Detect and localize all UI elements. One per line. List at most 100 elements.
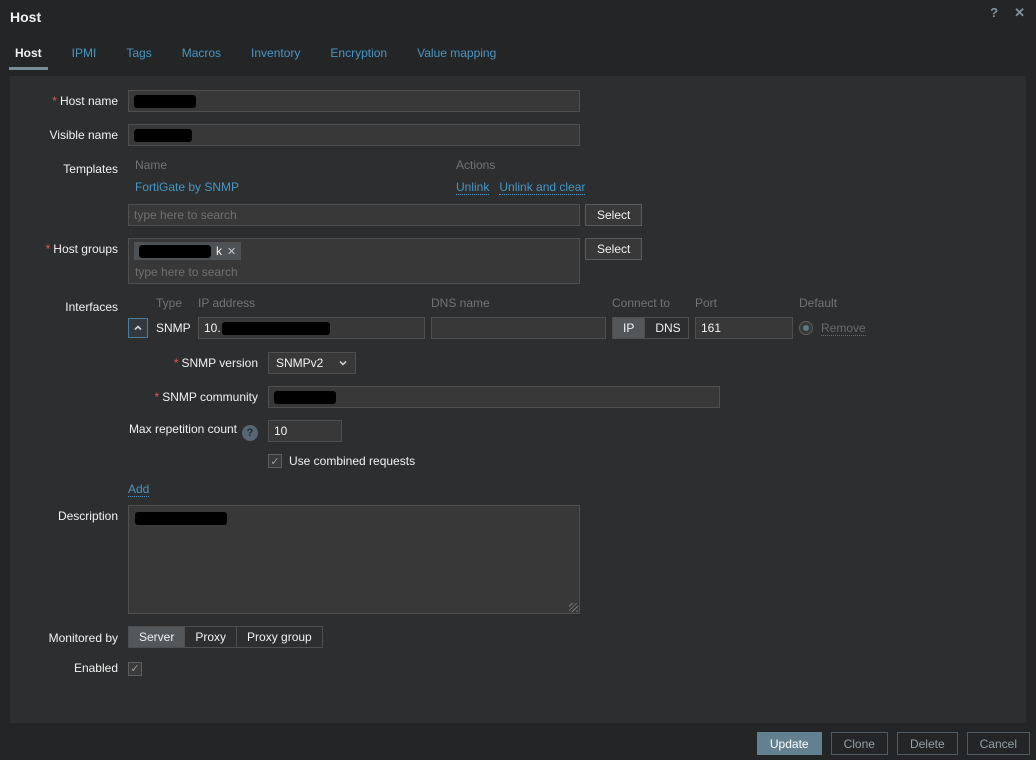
redacted-snmp-community-value: [274, 391, 336, 404]
interface-ip-input[interactable]: 10.: [198, 317, 425, 339]
tab-bar: Host IPMI Tags Macros Inventory Encrypti…: [0, 42, 1036, 70]
templates-row: Templates Name Actions FortiGate by SNMP…: [10, 158, 1026, 226]
enabled-checkbox[interactable]: ✓: [128, 662, 142, 676]
dialog-footer: Update Clone Delete Cancel: [757, 732, 1030, 755]
max-repetition-input[interactable]: [268, 420, 342, 442]
templates-actions-column-header: Actions: [456, 158, 495, 172]
snmp-community-row: *SNMP community: [128, 386, 889, 408]
add-interface-link[interactable]: Add: [128, 482, 149, 497]
host-name-label: *Host name: [10, 90, 118, 112]
monitored-by-proxy-group-option[interactable]: Proxy group: [236, 627, 322, 647]
clone-button[interactable]: Clone: [831, 732, 888, 755]
snmp-version-select[interactable]: SNMPv2: [268, 352, 356, 374]
required-asterisk: *: [46, 242, 51, 256]
required-asterisk: *: [155, 390, 160, 404]
required-asterisk: *: [174, 356, 179, 370]
templates-name-column-header: Name: [135, 158, 456, 172]
textarea-resize-handle[interactable]: [569, 603, 578, 612]
chip-remove-icon[interactable]: ✕: [227, 245, 236, 258]
tab-tags[interactable]: Tags: [120, 42, 157, 70]
host-groups-label: *Host groups: [10, 238, 118, 284]
connect-to-dns-option[interactable]: DNS: [644, 318, 690, 338]
redacted-description-value: [135, 512, 227, 525]
dialog-header: Host: [0, 0, 1036, 25]
dialog-header-icons: ? ✕: [987, 3, 1028, 23]
monitored-by-row: Monitored by Server Proxy Proxy group: [10, 626, 1026, 648]
snmp-version-value: SNMPv2: [276, 356, 323, 370]
redacted-visible-name-value: [134, 129, 192, 142]
cancel-button[interactable]: Cancel: [967, 732, 1030, 755]
chevron-up-icon: [133, 323, 143, 333]
interface-row: SNMP 10. IP DNS Remove: [128, 317, 889, 339]
interfaces-dns-header: DNS name: [431, 296, 606, 310]
host-groups-row: *Host groups k ✕ type here to search Sel…: [10, 238, 1026, 284]
monitored-by-toggle: Server Proxy Proxy group: [128, 626, 323, 648]
interfaces-ip-header: IP address: [198, 296, 425, 310]
unlink-and-clear-button[interactable]: Unlink and clear: [499, 180, 585, 195]
interface-collapse-toggle[interactable]: [128, 318, 148, 338]
chevron-down-icon: [338, 358, 348, 368]
tab-encryption[interactable]: Encryption: [324, 42, 393, 70]
visible-name-input[interactable]: [128, 124, 580, 146]
redacted-host-name-value: [134, 95, 196, 108]
interfaces-type-header: Type: [156, 296, 192, 310]
snmp-community-input[interactable]: [268, 386, 720, 408]
description-row: Description: [10, 505, 1026, 614]
update-button[interactable]: Update: [757, 732, 822, 755]
linked-template-row: FortiGate by SNMP Unlink Unlink and clea…: [128, 180, 642, 195]
interface-type-value: SNMP: [156, 321, 192, 335]
interfaces-label: Interfaces: [10, 296, 118, 496]
hint-icon[interactable]: ?: [242, 425, 258, 441]
check-icon: ✓: [130, 662, 139, 675]
interface-remove-button: Remove: [821, 321, 866, 336]
host-group-chip: k ✕: [134, 242, 241, 260]
host-form-panel: *Host name Visible name Templates Name A…: [10, 76, 1026, 723]
template-select-button[interactable]: Select: [585, 204, 642, 226]
snmp-interface-details: *SNMP version SNMPv2 *SNMP community: [128, 352, 889, 468]
tab-macros[interactable]: Macros: [176, 42, 227, 70]
template-link[interactable]: FortiGate by SNMP: [135, 180, 239, 194]
combined-requests-row: ✓ Use combined requests: [128, 454, 889, 468]
description-label: Description: [10, 505, 118, 614]
host-groups-search-placeholder[interactable]: type here to search: [134, 265, 574, 279]
tab-inventory[interactable]: Inventory: [245, 42, 306, 70]
use-combined-requests-label: Use combined requests: [289, 454, 415, 468]
default-interface-radio[interactable]: [799, 321, 813, 335]
templates-label: Templates: [10, 158, 118, 226]
interface-port-input[interactable]: [695, 317, 793, 339]
monitored-by-label: Monitored by: [10, 626, 118, 648]
templates-table-header: Name Actions: [128, 158, 642, 172]
description-textarea[interactable]: [128, 505, 580, 614]
interfaces-row: Interfaces Type IP address DNS name Conn…: [10, 296, 1026, 496]
host-name-input[interactable]: [128, 90, 580, 112]
host-name-row: *Host name: [10, 90, 1026, 112]
template-search-input[interactable]: [128, 204, 580, 226]
interfaces-table-header: Type IP address DNS name Connect to Port…: [128, 296, 889, 310]
host-config-dialog: { "window": { "title": "Host" }, "icons"…: [0, 0, 1036, 760]
close-icon[interactable]: ✕: [1011, 3, 1028, 23]
dialog-title: Host: [10, 9, 41, 25]
enabled-row: Enabled ✓: [10, 660, 1026, 676]
host-group-chip-visible-text: k: [216, 244, 222, 258]
tab-host[interactable]: Host: [9, 42, 48, 70]
snmp-version-label: *SNMP version: [128, 356, 258, 370]
unlink-button[interactable]: Unlink: [456, 180, 489, 195]
use-combined-requests-checkbox[interactable]: ✓: [268, 454, 282, 468]
check-icon: ✓: [270, 455, 279, 468]
connect-to-toggle: IP DNS: [612, 317, 689, 339]
tab-value-mapping[interactable]: Value mapping: [411, 42, 502, 70]
tab-ipmi[interactable]: IPMI: [66, 42, 103, 70]
host-groups-multiselect[interactable]: k ✕ type here to search: [128, 238, 580, 284]
max-repetition-row: Max repetition count?: [128, 420, 889, 442]
interfaces-connect-header: Connect to: [612, 296, 689, 310]
redacted-host-group-name: [139, 245, 211, 258]
visible-name-label: Visible name: [10, 124, 118, 146]
host-groups-select-button[interactable]: Select: [585, 238, 642, 260]
delete-button[interactable]: Delete: [897, 732, 958, 755]
interface-dns-input[interactable]: [431, 317, 606, 339]
monitored-by-server-option[interactable]: Server: [129, 627, 184, 647]
interfaces-port-header: Port: [695, 296, 793, 310]
connect-to-ip-option[interactable]: IP: [613, 318, 644, 338]
monitored-by-proxy-option[interactable]: Proxy: [184, 627, 236, 647]
help-icon[interactable]: ?: [987, 3, 1001, 23]
